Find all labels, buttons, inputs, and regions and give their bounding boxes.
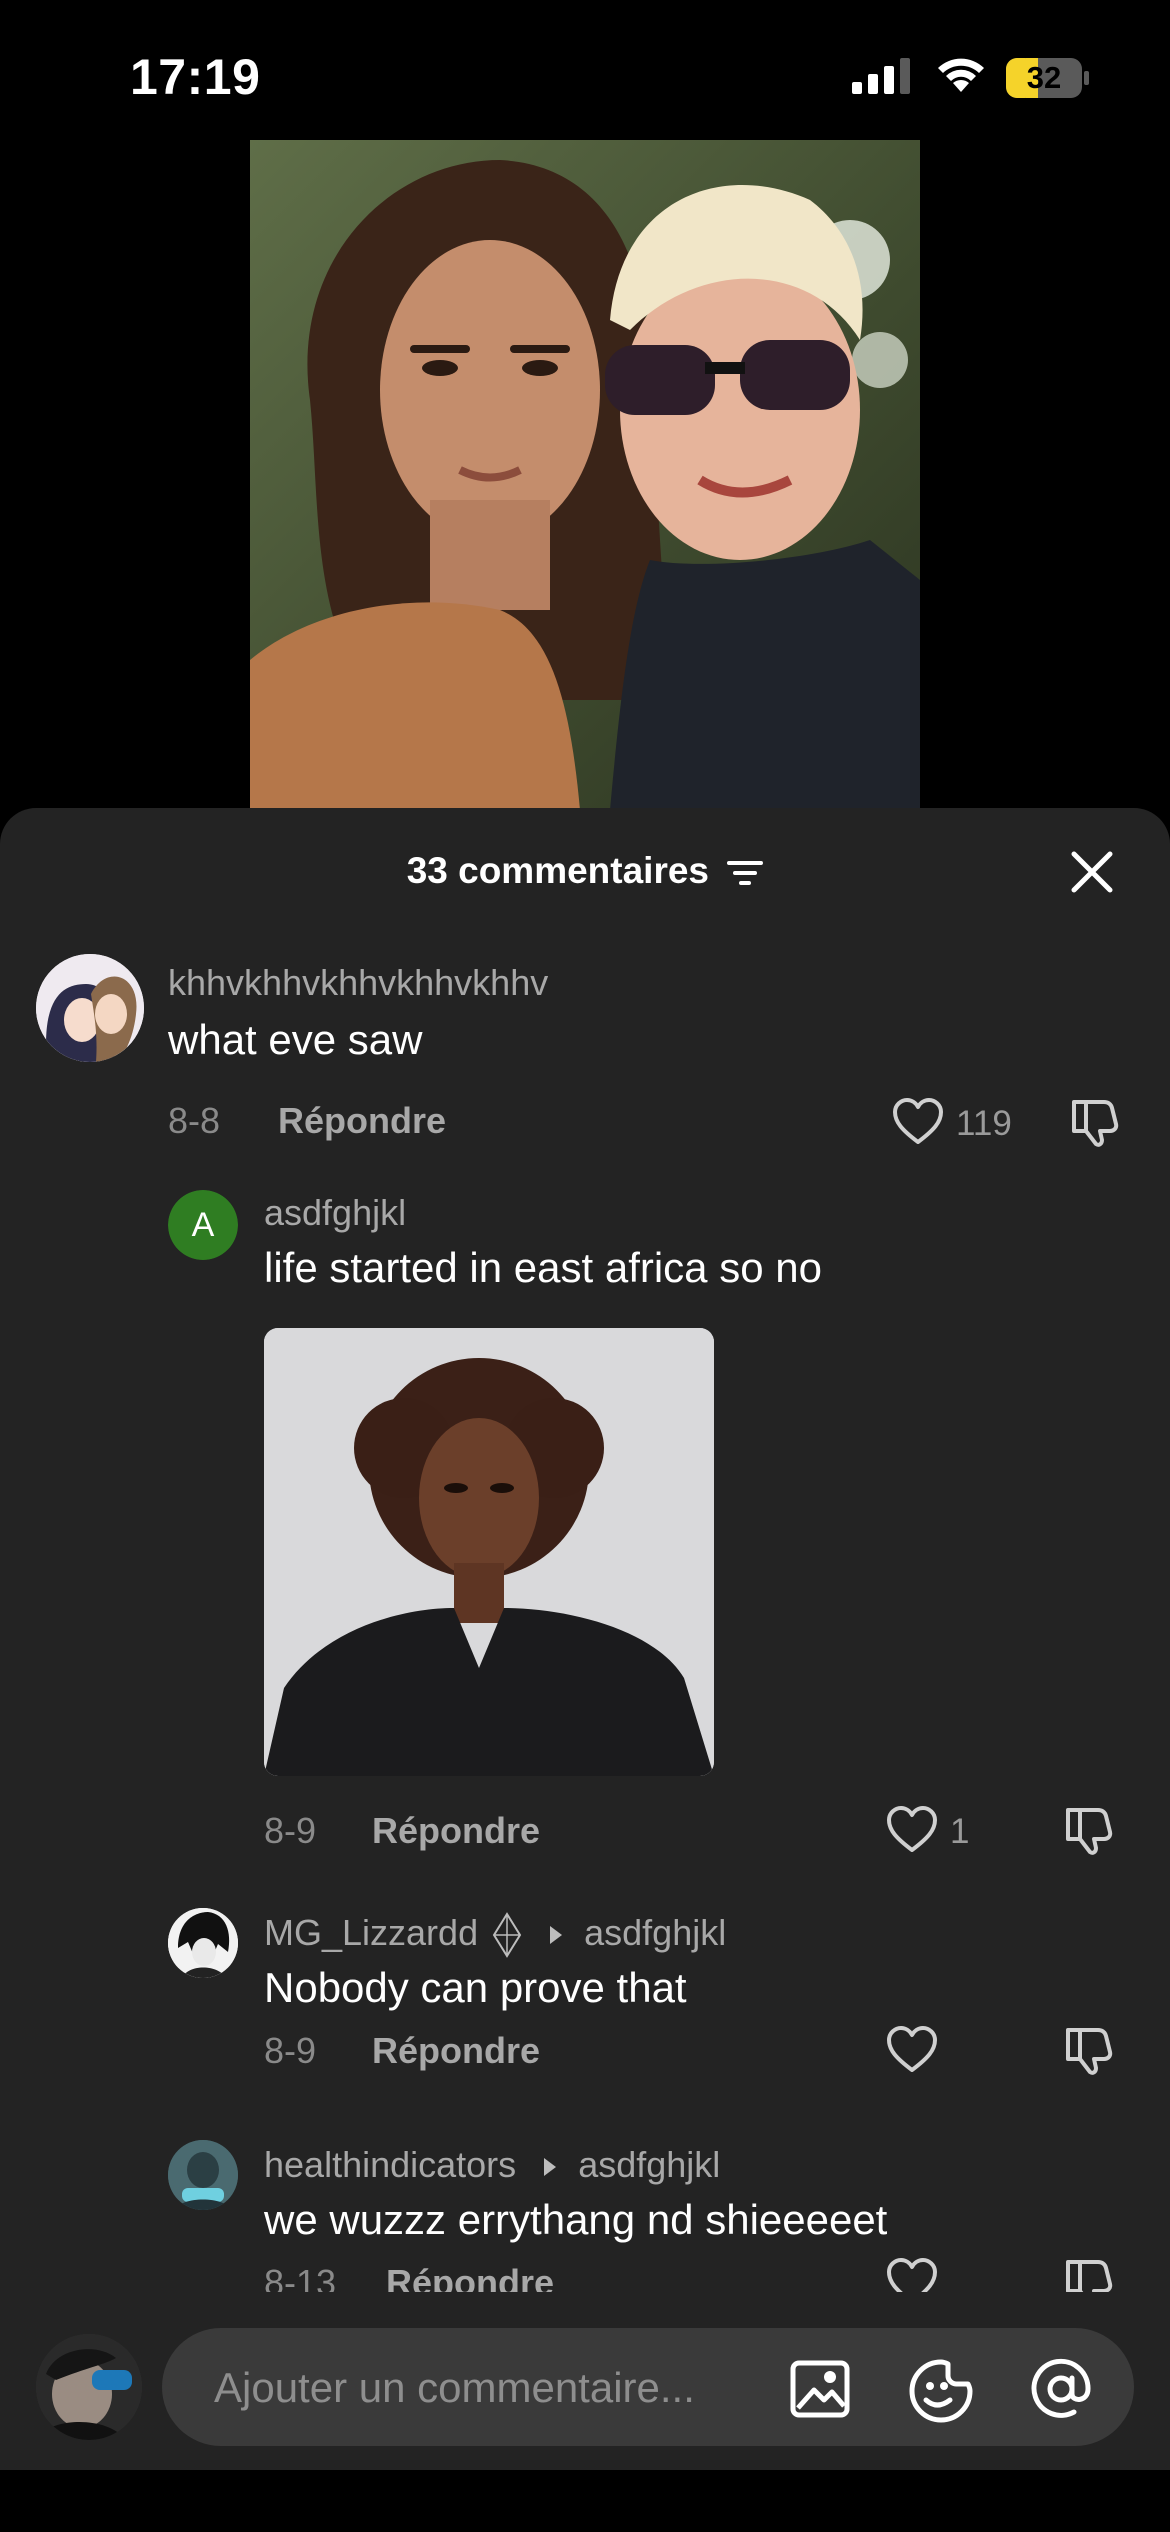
- reply-arrow-icon: [550, 1926, 563, 1945]
- username-text: MG_Lizzardd: [264, 1912, 479, 1953]
- reply-button[interactable]: Répondre: [372, 1810, 540, 1852]
- comment-text: life started in east africa so no: [264, 1244, 822, 1291]
- comment-username[interactable]: khhvkhhvkhhvkhhvkhhv: [168, 962, 548, 1004]
- status-bar: 17:19 32: [0, 0, 1170, 140]
- comments-header: 33 commentaires: [0, 808, 1170, 932]
- comment-item: healthindicators asdfghjkl we wuzzz erry…: [0, 2128, 1170, 2292]
- video-frame-photo[interactable]: [250, 140, 920, 810]
- comment-username[interactable]: healthindicators asdfghjkl: [264, 2144, 720, 2186]
- sticker-emoji-icon[interactable]: [908, 2358, 974, 2424]
- thumbs-down-icon[interactable]: [1070, 1096, 1122, 1148]
- comment-input[interactable]: Ajouter un commentaire...: [162, 2328, 1134, 2446]
- comments-title: 33 commentaires: [406, 850, 710, 891]
- comment-input-placeholder: Ajouter un commentaire...: [214, 2364, 695, 2411]
- comments-title-wrap[interactable]: 33 commentaires: [0, 850, 1170, 892]
- diamond-emoji-icon: [492, 1912, 522, 1959]
- heart-icon[interactable]: [886, 2258, 938, 2292]
- comments-sheet: 33 commentaires khhvkhhvkhhvkhhvkhhv wha…: [0, 808, 1170, 2532]
- comment-date: 8-8: [168, 1100, 221, 1141]
- avatar[interactable]: [168, 1908, 238, 1978]
- mention-at-icon[interactable]: [1028, 2356, 1094, 2422]
- thumbs-down-icon[interactable]: [1064, 2256, 1116, 2292]
- wifi-icon: [938, 58, 984, 92]
- reply-button[interactable]: Répondre: [372, 2030, 540, 2072]
- comment-item: khhvkhhvkhhvkhhvkhhv what eve saw 8-8 Ré…: [0, 932, 1170, 1162]
- comment-item: A asdfghjkl life started in east africa …: [0, 1180, 1170, 1900]
- home-indicator-area: [0, 2470, 1170, 2532]
- heart-icon[interactable]: [886, 2026, 938, 2074]
- reply-button[interactable]: Répondre: [278, 1100, 446, 1142]
- avatar[interactable]: [168, 2140, 238, 2210]
- close-icon[interactable]: [1066, 846, 1118, 898]
- comment-date: 8-13: [264, 2262, 337, 2292]
- comment-text: what eve saw: [168, 1016, 423, 1063]
- username-text: healthindicators: [264, 2144, 517, 2185]
- my-avatar[interactable]: [36, 2334, 142, 2440]
- comment-input-bar: Ajouter un commentaire...: [0, 2310, 1170, 2470]
- reply-target-username[interactable]: asdfghjkl: [578, 2144, 720, 2185]
- battery-level: 32: [1026, 60, 1062, 95]
- avatar[interactable]: [36, 954, 144, 1062]
- thumbs-down-icon[interactable]: [1064, 1804, 1116, 1856]
- reply-target-username[interactable]: asdfghjkl: [584, 1912, 726, 1953]
- comment-text: we wuzzz errythang nd shieeeeet: [264, 2196, 888, 2243]
- comment-attached-photo[interactable]: [264, 1328, 714, 1776]
- signal-icon: [852, 58, 910, 94]
- comment-item: MG_Lizzardd asdfghjkl Nobody can prove t…: [0, 1896, 1170, 2126]
- avatar-letter-bg: A: [168, 1190, 238, 1260]
- comment-text: Nobody can prove that: [264, 1964, 687, 2011]
- like-count: 119: [956, 1104, 1012, 1143]
- comment-date: 8-9: [264, 2030, 317, 2071]
- like-count: 1: [950, 1812, 970, 1851]
- screen: 17:19 32 33 commentaires khhvkhhvkhhvkhh…: [0, 0, 1170, 2532]
- sort-icon[interactable]: [727, 858, 764, 888]
- thumbs-down-icon[interactable]: [1064, 2024, 1116, 2076]
- status-time: 17:19: [130, 49, 261, 105]
- avatar[interactable]: A: [168, 1190, 238, 1260]
- heart-icon[interactable]: [886, 1806, 938, 1854]
- image-icon[interactable]: [790, 2360, 850, 2418]
- heart-icon[interactable]: [892, 1098, 944, 1146]
- battery-icon: 32: [1006, 58, 1090, 98]
- reply-button[interactable]: Répondre: [386, 2262, 554, 2292]
- comment-date: 8-9: [264, 1810, 317, 1851]
- comments-list[interactable]: khhvkhhvkhhvkhhvkhhv what eve saw 8-8 Ré…: [0, 932, 1170, 2292]
- reply-arrow-icon: [544, 2158, 557, 2177]
- comment-username[interactable]: MG_Lizzardd asdfghjkl: [264, 1912, 726, 1959]
- comment-username[interactable]: asdfghjkl: [264, 1192, 406, 1234]
